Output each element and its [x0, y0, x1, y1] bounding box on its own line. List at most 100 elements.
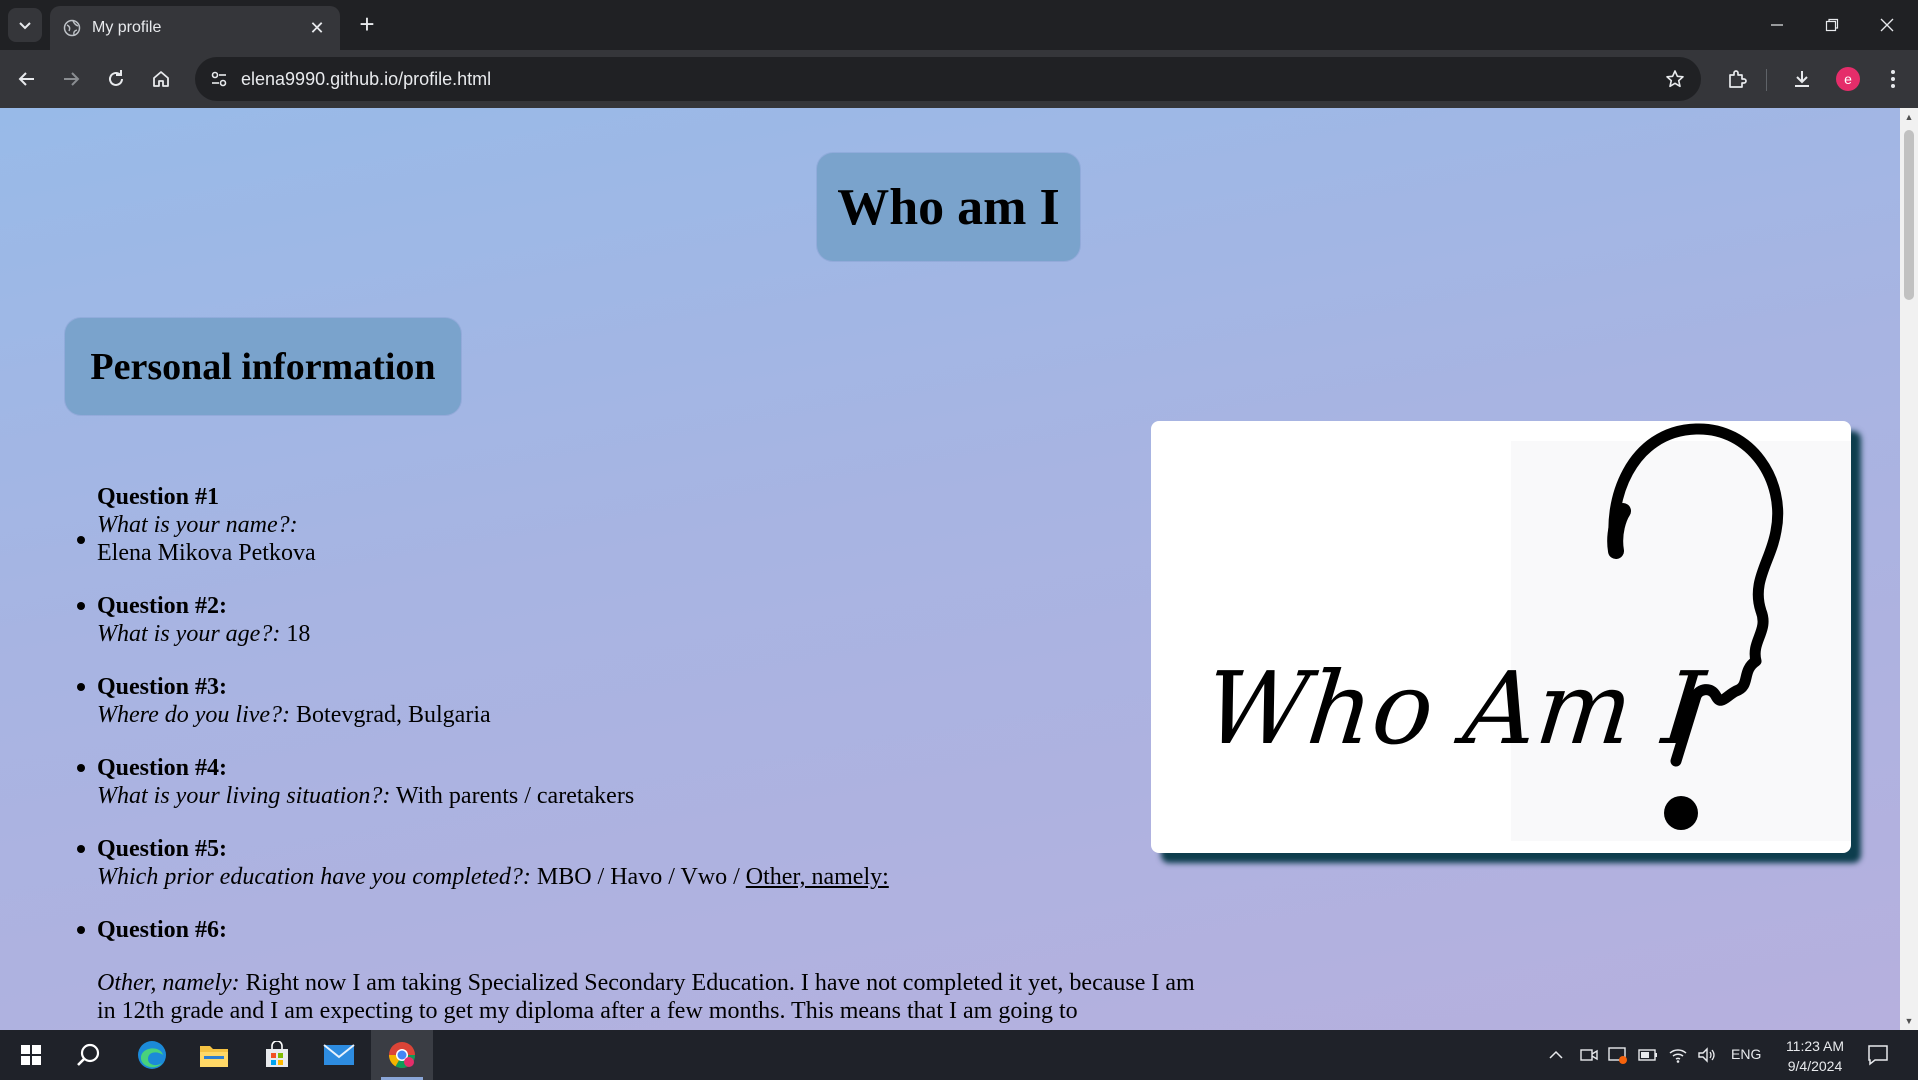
- mail-app[interactable]: [308, 1030, 370, 1080]
- search-button[interactable]: [58, 1030, 120, 1080]
- list-item: Question #5: Which prior education have …: [77, 835, 1247, 891]
- chrome-icon: [388, 1042, 416, 1069]
- notification-center-icon[interactable]: [1866, 1043, 1890, 1067]
- menu-button[interactable]: [1876, 62, 1910, 96]
- scroll-down-icon[interactable]: ▼: [1900, 1012, 1918, 1030]
- forward-button[interactable]: [54, 62, 88, 96]
- list-item: Question #2: What is your age?: 18: [77, 592, 1247, 648]
- question-prompt: Which prior education have you completed…: [97, 864, 531, 890]
- list-item: Question #4: What is your living situati…: [77, 754, 1247, 810]
- arrow-left-icon: [18, 72, 34, 86]
- minimize-button[interactable]: [1752, 8, 1802, 42]
- bullet: [77, 845, 85, 853]
- questions-list: Question #1 What is your name?: Elena Mi…: [77, 483, 1247, 1030]
- bullet: [77, 683, 85, 691]
- question-prompt: What is your name?:: [97, 512, 298, 538]
- tab-title: My profile: [92, 19, 162, 36]
- section-title: Personal information: [65, 318, 461, 415]
- minimize-icon: [1771, 24, 1783, 26]
- question-label: Question #4:: [97, 755, 228, 781]
- reload-icon: [109, 70, 123, 86]
- url-text[interactable]: elena9990.github.io/profile.html: [241, 69, 491, 90]
- question-label: Question #3:: [97, 674, 228, 700]
- new-tab-button[interactable]: +: [352, 10, 382, 40]
- browser-tab[interactable]: My profile ✕: [50, 6, 340, 50]
- scroll-up-icon[interactable]: ▲: [1900, 108, 1918, 126]
- windows-logo-icon: [21, 1045, 41, 1065]
- volume-icon[interactable]: [1696, 1044, 1718, 1066]
- update-icon[interactable]: [1607, 1044, 1629, 1066]
- bullet: [77, 926, 85, 934]
- question-answer: Right now I am taking Specialized Second…: [97, 970, 1195, 1024]
- restore-button[interactable]: [1807, 8, 1857, 42]
- question-label: Question #1: [97, 484, 220, 510]
- close-icon: [1880, 18, 1894, 32]
- more-vert-icon: [1891, 70, 1895, 88]
- clock-date: 9/4/2024: [1787, 1058, 1843, 1074]
- question-answer: 18: [286, 621, 311, 647]
- bullet: [77, 764, 85, 772]
- globe-icon: [62, 18, 82, 38]
- restore-icon: [1825, 18, 1839, 32]
- question-prompt: Where do you live?:: [97, 702, 291, 728]
- clock-time: 11:23 AM: [1785, 1038, 1845, 1054]
- page-title: Who am I: [817, 153, 1080, 261]
- puzzle-icon: [1729, 70, 1747, 88]
- edge-app[interactable]: [121, 1030, 183, 1080]
- tab-strip: My profile ✕ +: [0, 0, 1918, 50]
- question-prompt: What is your age?:: [97, 621, 281, 647]
- close-tab-icon[interactable]: ✕: [306, 18, 328, 39]
- who-am-i-image: Who Am I: [1151, 421, 1851, 853]
- head-silhouette-question-mark-illustration: Who Am I: [1200, 423, 1851, 841]
- language-indicator[interactable]: ENG: [1731, 1046, 1761, 1062]
- file-explorer-app[interactable]: [183, 1030, 245, 1080]
- scroll-thumb[interactable]: [1904, 130, 1914, 300]
- windows-taskbar: ENG 11:23 AM 9/4/2024: [0, 1030, 1918, 1080]
- store-icon: [266, 1041, 288, 1067]
- arrow-right-icon: [64, 72, 80, 86]
- start-button[interactable]: [0, 1030, 62, 1080]
- chevron-down-icon: [19, 22, 31, 30]
- address-bar[interactable]: elena9990.github.io/profile.html: [195, 57, 1701, 101]
- downloads-button[interactable]: [1785, 62, 1819, 96]
- reload-button[interactable]: [99, 62, 133, 96]
- site-info-icon[interactable]: [203, 63, 235, 95]
- folder-icon: [200, 1046, 228, 1067]
- handwritten-text: Who Am I: [1200, 650, 1712, 767]
- bullet: [77, 536, 85, 544]
- list-item: Question #3: Where do you live?: Botevgr…: [77, 673, 1247, 729]
- extensions-button[interactable]: [1720, 62, 1754, 96]
- tab-search-button[interactable]: [8, 8, 42, 42]
- mail-icon: [323, 1044, 355, 1065]
- question-prompt: What is your living situation?:: [97, 783, 391, 809]
- profile-button[interactable]: e: [1831, 62, 1865, 96]
- avatar: e: [1836, 67, 1860, 91]
- page-scrollbar[interactable]: ▲ ▼: [1900, 108, 1918, 1030]
- question-prompt: Other, namely:: [97, 970, 240, 996]
- home-button[interactable]: [144, 62, 178, 96]
- list-item: Question #1 What is your name?: Elena Mi…: [77, 483, 1247, 567]
- question-label: Question #6:: [97, 917, 228, 943]
- edge-icon: [138, 1041, 166, 1069]
- bookmark-star-icon[interactable]: [1659, 63, 1691, 95]
- home-icon: [153, 71, 169, 87]
- bullet: [77, 602, 85, 610]
- question-answer: MBO / Havo / Vwo /: [536, 864, 740, 890]
- other-paragraph: Other, namely: Right now I am taking Spe…: [97, 969, 1207, 1025]
- microsoft-store-app[interactable]: [246, 1030, 308, 1080]
- wifi-icon[interactable]: [1667, 1044, 1689, 1066]
- page-viewport: Who am I Personal information Who Am I Q…: [0, 108, 1900, 1030]
- question-label: Question #2:: [97, 593, 228, 619]
- chevron-up-icon[interactable]: [1545, 1044, 1567, 1066]
- close-window-button[interactable]: [1862, 8, 1912, 42]
- list-item: Question #6: Other, namely: Right now I …: [77, 916, 1247, 1025]
- question-answer: Botevgrad, Bulgaria: [296, 702, 491, 728]
- back-button[interactable]: [10, 62, 44, 96]
- chrome-app[interactable]: [371, 1030, 433, 1080]
- toolbar-divider: [1766, 69, 1767, 91]
- clock[interactable]: 11:23 AM 9/4/2024: [1775, 1036, 1855, 1076]
- question-answer: With parents / caretakers: [395, 783, 635, 809]
- battery-icon[interactable]: [1637, 1044, 1659, 1066]
- other-namely-link[interactable]: Other, namely:: [746, 864, 889, 890]
- meet-now-icon[interactable]: [1578, 1044, 1600, 1066]
